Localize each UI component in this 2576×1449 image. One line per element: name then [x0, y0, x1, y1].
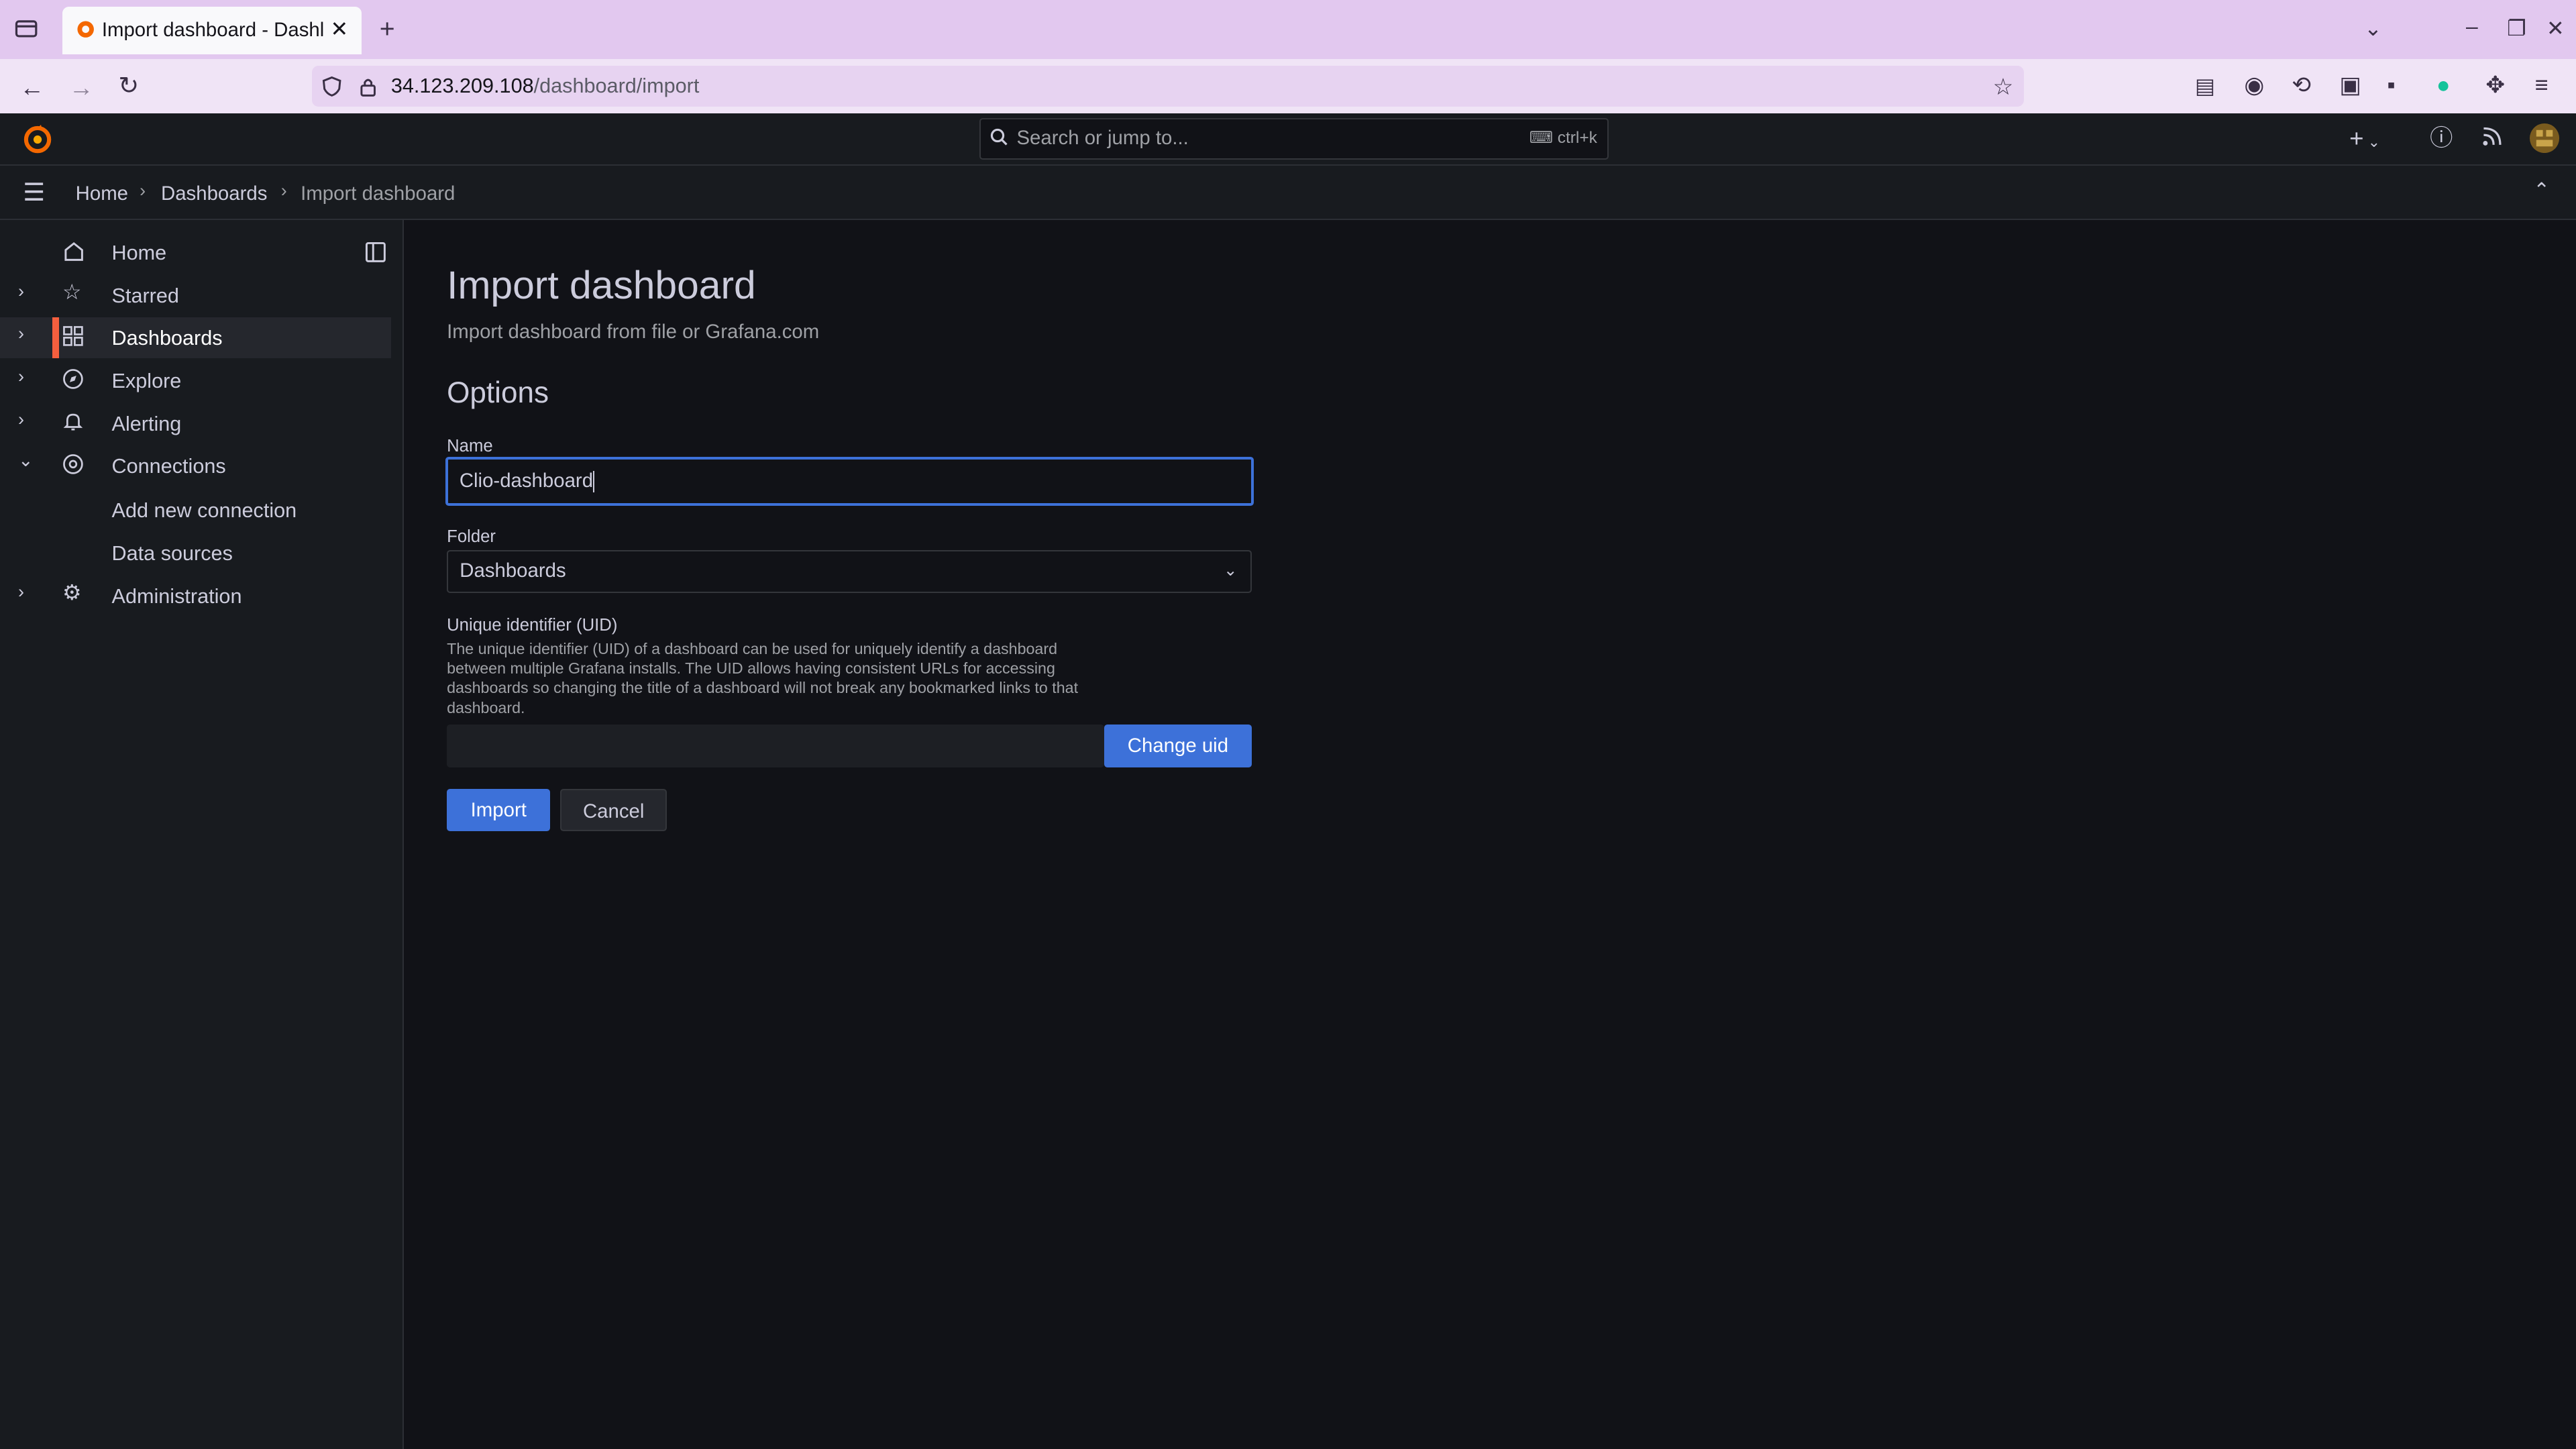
folder-select-value: Dashboards	[460, 559, 566, 582]
tab-list-icon[interactable]	[15, 18, 38, 42]
lock-icon[interactable]	[358, 76, 378, 101]
folder-select[interactable]: Dashboards ⌄	[447, 550, 1252, 594]
chevron-right-icon[interactable]: ›	[18, 582, 24, 602]
extension-shield-icon[interactable]: ▣	[2339, 74, 2361, 97]
cancel-button[interactable]: Cancel	[560, 788, 667, 832]
url-path: /dashboard/import	[533, 74, 700, 97]
gear-icon: ⚙	[62, 580, 82, 605]
section-title: Options	[447, 376, 549, 409]
extension-password-icon[interactable]: ▪	[2387, 74, 2395, 97]
name-field[interactable]: Clio-dashboard	[445, 456, 1254, 506]
compass-icon	[62, 368, 85, 391]
url-host: 34.123.209.108	[390, 74, 534, 97]
breadcrumb-home[interactable]: Home	[76, 182, 128, 205]
new-tab-icon[interactable]: +	[380, 16, 395, 42]
home-icon	[62, 240, 85, 263]
sidebar-subitem-add-new-connection[interactable]: Add new connection	[112, 499, 297, 523]
sidebar-item-label: Connections	[111, 455, 226, 478]
shield-icon[interactable]	[322, 76, 341, 101]
page-subtitle: Import dashboard from file or Grafana.co…	[447, 320, 820, 343]
folder-label: Folder	[447, 527, 496, 547]
sidebar-item-dashboards[interactable]: › Dashboards	[0, 317, 391, 358]
close-tab-icon[interactable]: ✕	[331, 16, 349, 42]
breadcrumb-chevron-icon: ›	[140, 180, 146, 201]
reader-view-icon[interactable]: ▤	[2195, 75, 2215, 97]
browser-nav-bar: ← → ↻ 34.123.209.108/dashboard/import ☆ …	[0, 59, 2576, 113]
name-label: Name	[447, 437, 493, 456]
chevron-right-icon[interactable]: ›	[18, 323, 24, 344]
import-button[interactable]: Import	[447, 788, 551, 832]
collapse-chevron-up-icon[interactable]: ⌃	[2533, 180, 2550, 200]
extensions-puzzle-icon[interactable]: ✥	[2485, 74, 2505, 97]
sidebar-item-label: Starred	[111, 284, 179, 307]
name-field-value: Clio-dashboard	[459, 469, 594, 492]
sidebar-item-explore[interactable]: › Explore	[0, 360, 391, 400]
menu-hamburger-icon[interactable]: ≡	[2535, 74, 2548, 97]
chevron-right-icon[interactable]: ›	[18, 366, 24, 387]
grafana-top-bar: Search or jump to... ⌨ ctrl+k + ⌄ ⓘ	[0, 113, 2576, 166]
minimize-icon[interactable]: –	[2466, 16, 2478, 38]
breadcrumb-current: Import dashboard	[301, 182, 455, 205]
breadcrumb-dashboards[interactable]: Dashboards	[161, 182, 267, 205]
breadcrumb-chevron-icon: ›	[280, 180, 287, 201]
sidebar-subitem-data-sources[interactable]: Data sources	[112, 542, 233, 566]
link-icon	[62, 453, 85, 476]
chevron-right-icon[interactable]: ›	[18, 409, 24, 430]
extension-sync-icon[interactable]: ⟲	[2292, 74, 2311, 97]
new-plus-button[interactable]: + ⌄	[2349, 126, 2380, 152]
uid-label: Unique identifier (UID)	[447, 616, 618, 635]
forward-icon[interactable]: →	[69, 75, 94, 101]
tab-title: Import dashboard - Dashl	[101, 19, 325, 42]
sidebar-item-label: Alerting	[111, 412, 182, 435]
browser-tab-active[interactable]: Import dashboard - Dashl ✕	[62, 6, 362, 54]
menu-toggle-icon[interactable]: ☰	[23, 180, 45, 205]
apps-grid-icon	[62, 325, 85, 348]
grafana-logo-icon[interactable]	[23, 125, 52, 158]
chevron-down-icon[interactable]: ⌄	[18, 450, 34, 471]
sidebar-nav: Home › ☆ Starred › Dashboards › Explore …	[0, 220, 405, 1449]
search-shortcut: ⌨ ctrl+k	[1529, 129, 1597, 148]
page-title: Import dashboard	[447, 263, 756, 307]
search-placeholder: Search or jump to...	[1016, 127, 1189, 150]
close-window-icon[interactable]: ✕	[2546, 17, 2565, 40]
news-feed-icon[interactable]	[2482, 127, 2502, 150]
uid-description: The unique identifier (UID) of a dashboa…	[447, 639, 1079, 716]
chevron-right-icon[interactable]: ›	[18, 281, 24, 302]
sidebar-item-label: Administration	[111, 584, 242, 608]
extension-grammarly-icon[interactable]: ●	[2436, 74, 2451, 97]
sidebar-item-administration[interactable]: › ⚙ Administration	[0, 575, 391, 616]
text-cursor	[593, 471, 595, 492]
main-content: Import dashboard Import dashboard from f…	[404, 220, 2576, 1449]
search-icon	[990, 128, 1008, 150]
sidebar-item-connections[interactable]: ⌄ Connections	[0, 445, 391, 486]
sidebar-item-label: Explore	[111, 370, 182, 392]
help-icon[interactable]: ⓘ	[2430, 126, 2453, 150]
bookmark-star-icon[interactable]: ☆	[1993, 75, 2014, 99]
user-avatar[interactable]	[2530, 123, 2560, 157]
star-icon: ☆	[62, 280, 82, 305]
reload-icon[interactable]: ↻	[118, 73, 139, 99]
browser-tab-strip: Import dashboard - Dashl ✕ + ⌄ – ❐ ✕	[0, 0, 2576, 60]
bell-icon	[62, 411, 85, 433]
sidebar-item-alerting[interactable]: › Alerting	[0, 402, 391, 443]
change-uid-button[interactable]: Change uid	[1104, 724, 1252, 767]
back-icon[interactable]: ←	[19, 75, 44, 101]
breadcrumb: ☰ Home › Dashboards › Import dashboard ⌃	[0, 166, 2576, 221]
url-bar[interactable]: 34.123.209.108/dashboard/import ☆	[312, 65, 2025, 107]
uid-field[interactable]	[447, 724, 1104, 767]
sidebar-item-home[interactable]: Home	[0, 231, 391, 272]
sidebar-item-label: Home	[111, 241, 167, 264]
keyboard-icon: ⌨	[1529, 129, 1558, 148]
search-input[interactable]: Search or jump to... ⌨ ctrl+k	[979, 118, 1609, 160]
sidebar-item-label: Dashboards	[111, 327, 223, 350]
restore-icon[interactable]: ❐	[2507, 17, 2526, 40]
account-icon[interactable]: ◉	[2244, 74, 2264, 97]
grafana-favicon-icon	[76, 19, 95, 39]
sidebar-item-starred[interactable]: › ☆ Starred	[0, 274, 391, 315]
chevron-down-icon: ⌄	[1224, 561, 1238, 580]
list-all-tabs-icon[interactable]: ⌄	[2364, 17, 2382, 40]
dock-menu-icon[interactable]	[365, 241, 386, 267]
